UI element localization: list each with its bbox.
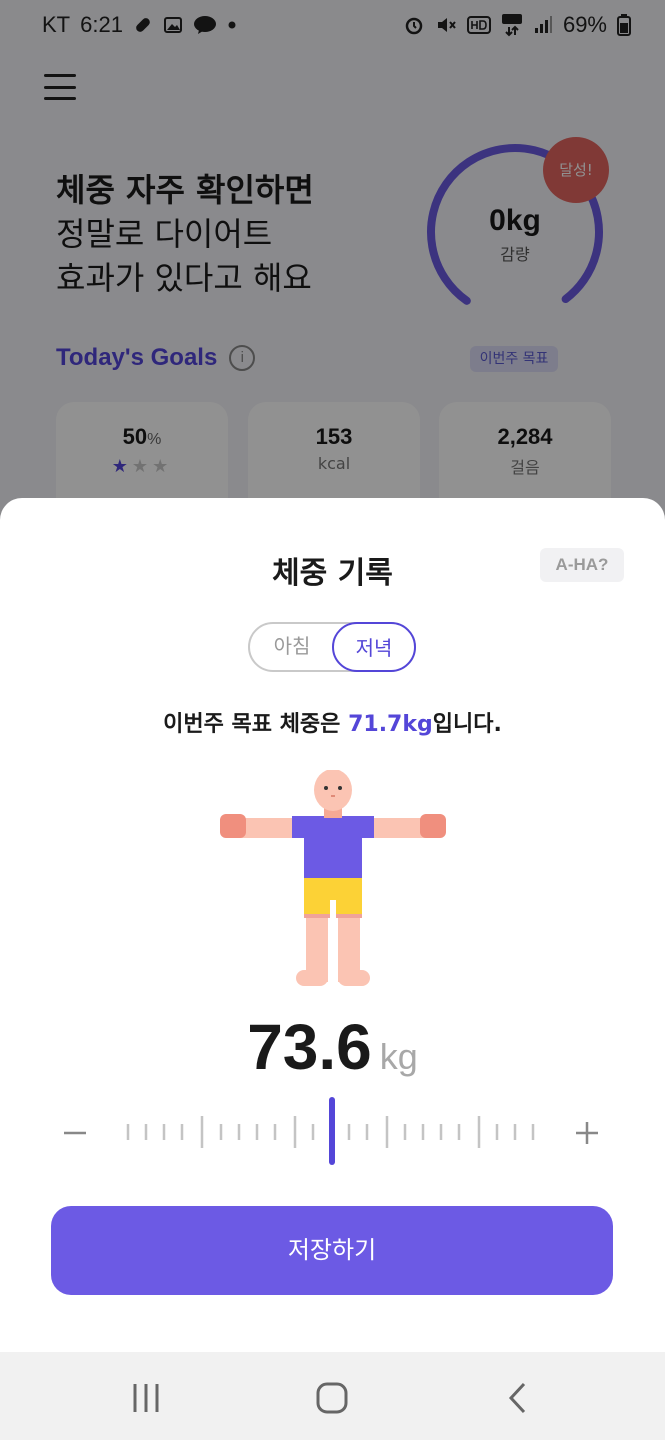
- weekly-goal-text: 이번주 목표 체중은 71.7kg입니다.: [0, 706, 665, 738]
- weight-unit: kg: [379, 1036, 418, 1077]
- current-weight: 73.6 kg: [0, 1010, 665, 1084]
- time-of-day-toggle: 아침 저녁: [248, 622, 416, 672]
- plus-icon[interactable]: [572, 1118, 602, 1148]
- toggle-evening[interactable]: 저녁: [332, 622, 416, 672]
- toggle-morning[interactable]: 아침: [250, 622, 334, 672]
- minus-icon[interactable]: [60, 1118, 90, 1148]
- body-figure-illustration: [220, 769, 446, 990]
- weight-value: 73.6: [247, 1011, 372, 1083]
- back-icon[interactable]: [498, 1380, 538, 1416]
- weight-ruler: [52, 1096, 612, 1166]
- goal-prefix: 이번주 목표 체중은: [163, 712, 349, 737]
- ruler-slider[interactable]: [112, 1096, 552, 1166]
- home-icon[interactable]: [312, 1380, 352, 1416]
- goal-suffix: 입니다.: [432, 712, 502, 737]
- goal-weight: 71.7kg: [348, 712, 433, 737]
- save-button[interactable]: 저장하기: [51, 1206, 613, 1295]
- aha-button[interactable]: A-HA?: [540, 548, 624, 582]
- recent-apps-icon[interactable]: [126, 1380, 166, 1416]
- weight-record-sheet: 체중 기록 A-HA? 아침 저녁 이번주 목표 체중은 71.7kg입니다.: [0, 498, 665, 1352]
- system-nav-bar: [0, 1352, 665, 1440]
